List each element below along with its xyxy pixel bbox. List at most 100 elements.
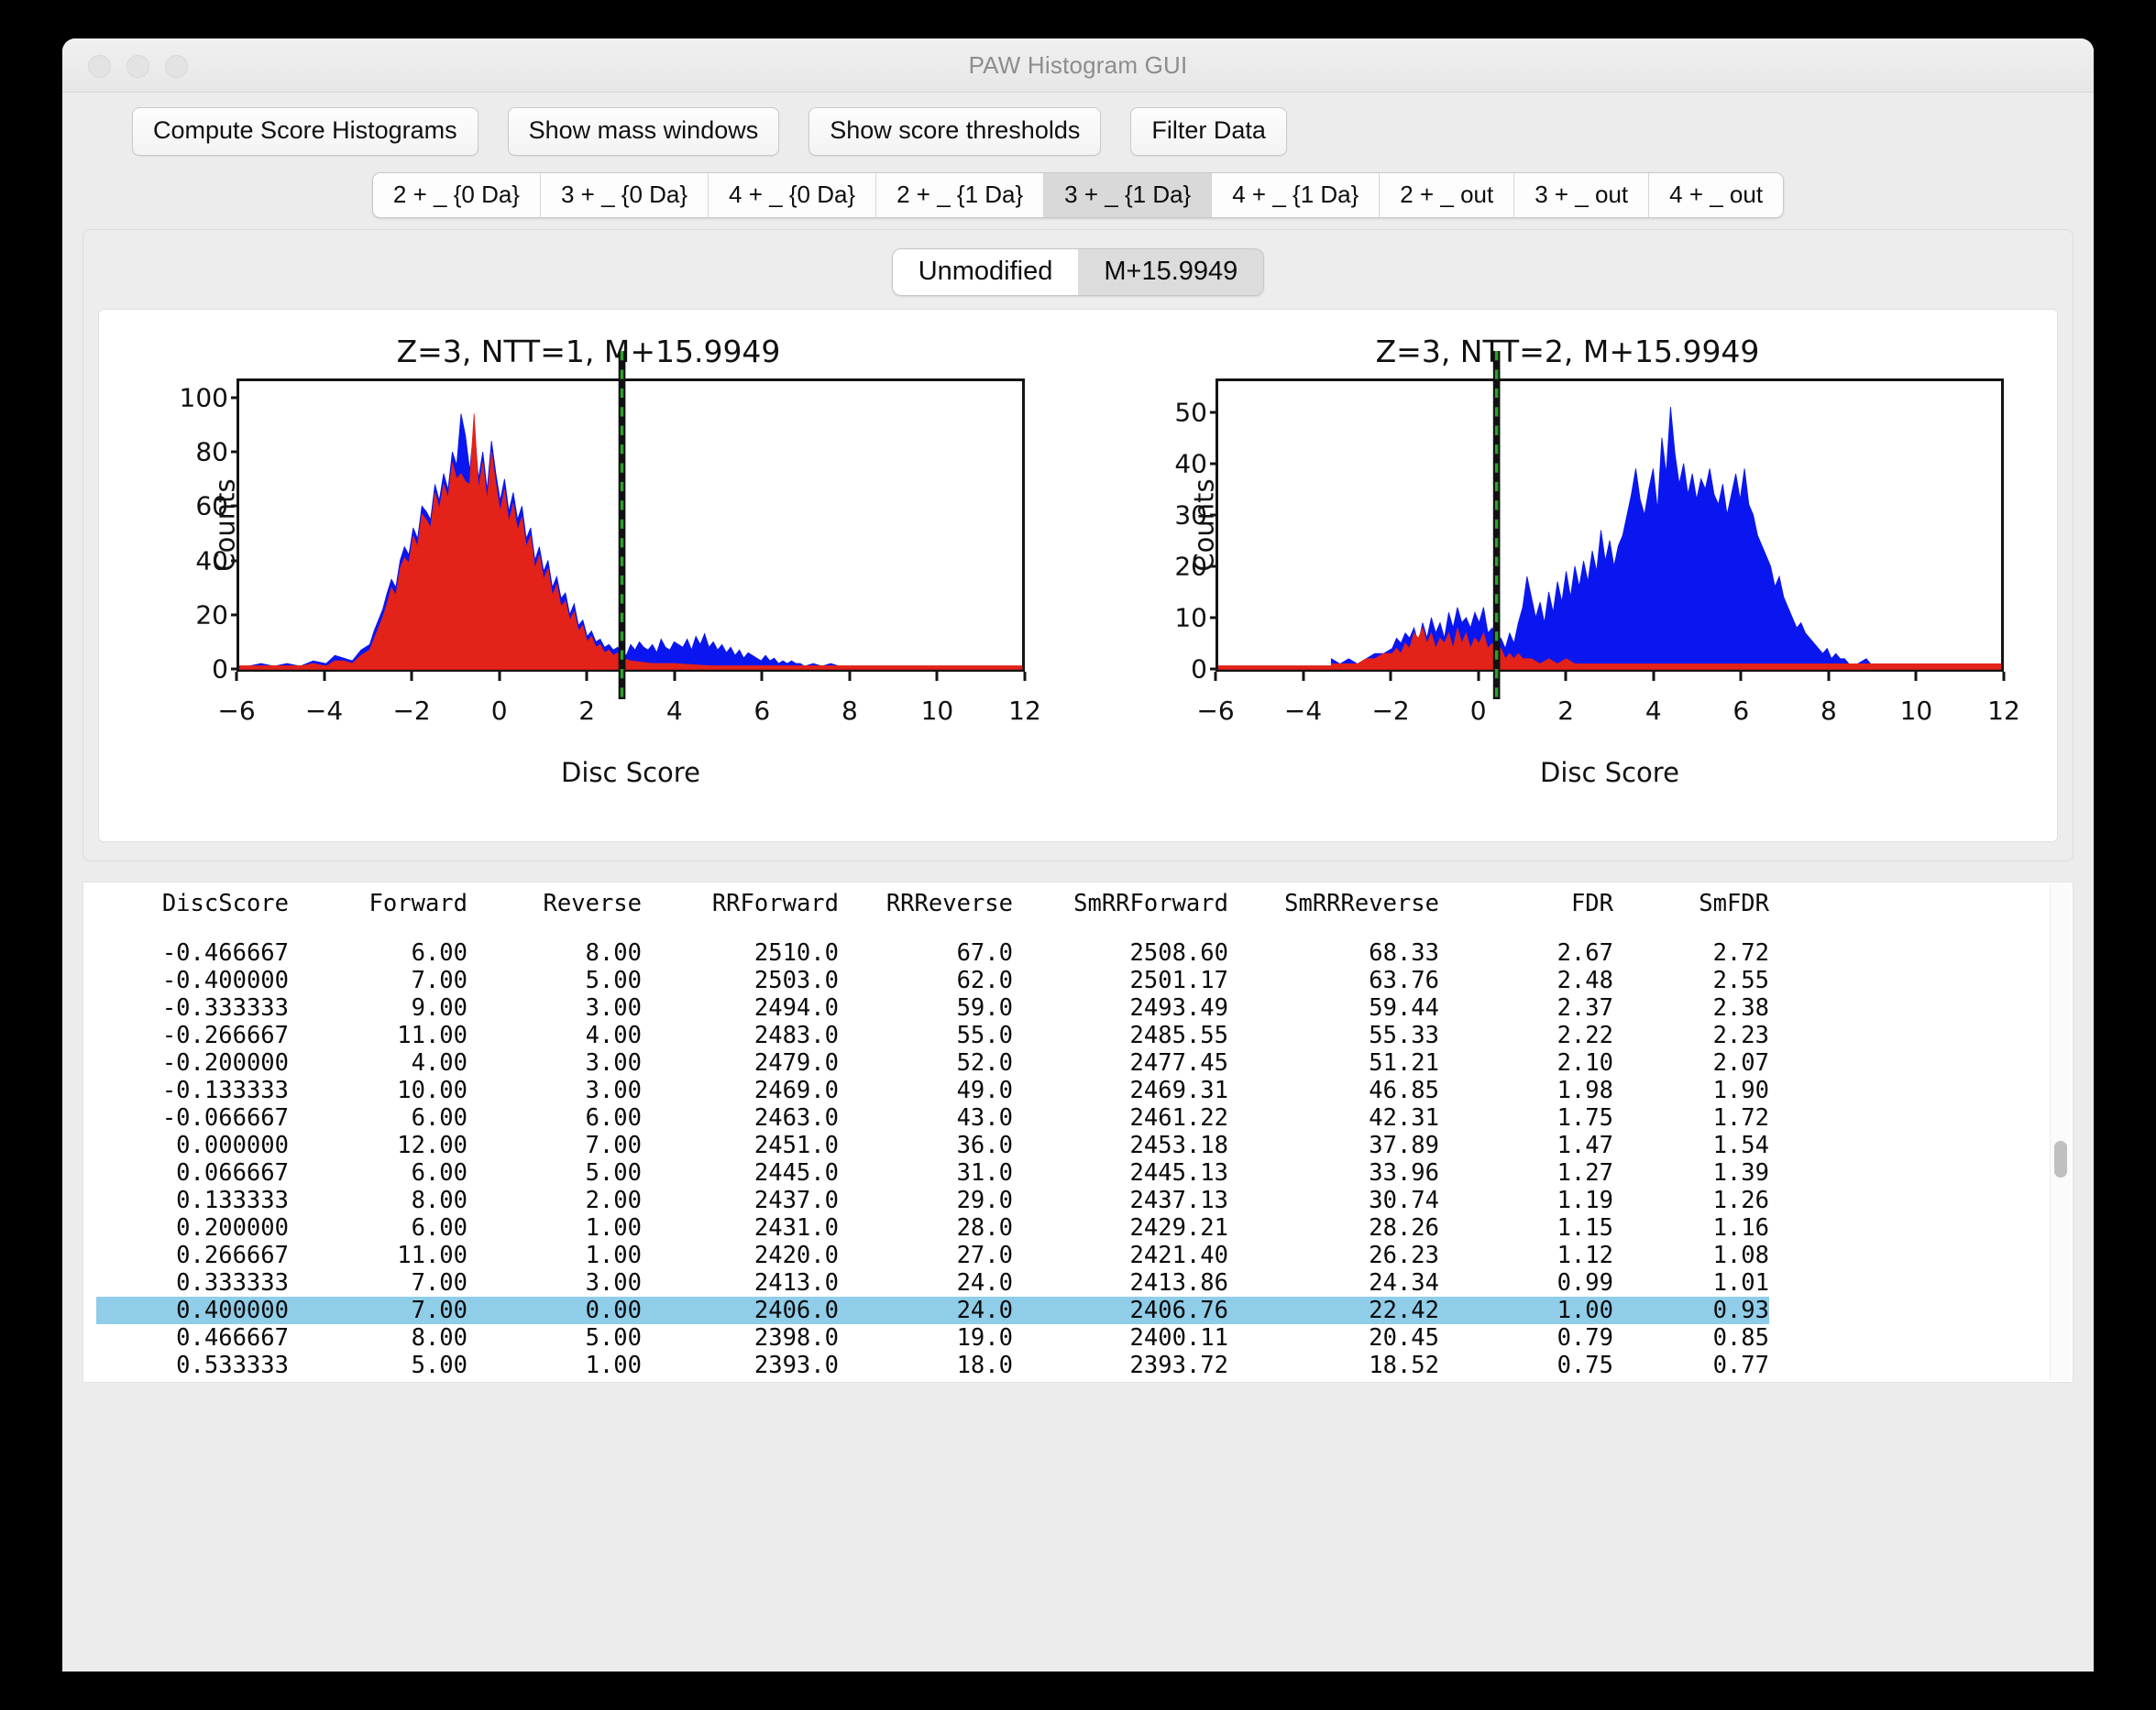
tab-3plus-1da[interactable]: 3 + _ {1 Da} [1044,173,1212,217]
table-cell: 59.44 [1228,994,1439,1022]
table-row[interactable]: -0.26666711.004.002483.055.02485.5555.33… [96,1022,1769,1049]
table-cell: 36.0 [839,1132,1013,1159]
column-header-smrrreverse[interactable]: SmRRReverse [1228,882,1439,939]
compute-score-histograms-button[interactable]: Compute Score Histograms [132,107,478,156]
y-tick-label: 20 [1174,551,1207,581]
charge-tabbar: 2 + _ {0 Da} 3 + _ {0 Da} 4 + _ {0 Da} 2… [372,172,1784,218]
y-tick-label: 10 [1174,602,1207,632]
table-cell: 0.70 [1613,1379,1769,1382]
x-tick-mark [1652,672,1655,681]
table-cell: 68.33 [1228,939,1439,967]
vertical-scrollbar[interactable] [2050,884,2071,1380]
table-row[interactable]: -0.4666676.008.002510.067.02508.6068.332… [96,939,1769,967]
table-cell: 0.066667 [96,1159,289,1187]
table-cell: 2445.13 [1013,1159,1228,1187]
table-cell: 2393.0 [642,1352,839,1379]
column-header-reverse[interactable]: Reverse [468,882,642,939]
x-tick-mark [1740,672,1743,681]
scrollbar-thumb[interactable] [2054,1141,2067,1178]
window-titlebar: PAW Histogram GUI [62,38,2094,93]
y-tick-mark [1210,411,1218,413]
x-axis-label-left: Disc Score [236,757,1025,788]
table-row[interactable]: 0.00000012.007.002451.036.02453.1837.891… [96,1132,1769,1159]
histogram-figure: Z=3, NTT=1, M+15.9949 Counts 02040608010… [98,309,2058,842]
table-row[interactable]: 0.26666711.001.002420.027.02421.4026.231… [96,1242,1769,1269]
table-cell: 4.00 [289,1049,468,1077]
column-header-discscore[interactable]: DiscScore [96,882,289,939]
table-cell: 1.00 [468,1242,642,1269]
column-header-smrrforward[interactable]: SmRRForward [1013,882,1228,939]
table-row[interactable]: 0.3333337.003.002413.024.02413.8624.340.… [96,1269,1769,1297]
table-cell: 2391.0 [642,1379,839,1382]
x-tick-mark [2003,672,2006,681]
y-tick-mark [231,505,239,508]
tab-m-plus-15-9949[interactable]: M+15.9949 [1078,249,1263,295]
table-row[interactable]: -0.3333339.003.002494.059.02493.4959.442… [96,994,1769,1022]
table-cell: 1.75 [1439,1104,1613,1132]
table-cell: 0.266667 [96,1242,289,1269]
filter-data-button[interactable]: Filter Data [1130,107,1287,156]
table-cell: 0.93 [1613,1297,1769,1324]
table-row[interactable]: 0.4000007.000.002406.024.02406.7622.421.… [96,1297,1769,1324]
x-tick-mark [1477,672,1480,681]
table-cell: 16.73 [1228,1379,1439,1382]
table-row[interactable]: -0.2000004.003.002479.052.02477.4551.212… [96,1049,1769,1077]
tab-4plus-1da[interactable]: 4 + _ {1 Da} [1212,173,1380,217]
table-cell: 1.00 [468,1352,642,1379]
y-tick-mark [1210,668,1218,671]
x-tick-mark [761,672,764,681]
y-tick-mark [1210,513,1218,516]
tab-4plus-0da[interactable]: 4 + _ {0 Da} [709,173,876,217]
table-cell: 1.27 [1439,1159,1613,1187]
table-cell: 11.00 [289,1022,468,1049]
tab-2plus-0da[interactable]: 2 + _ {0 Da} [373,173,541,217]
y-tick-label: 40 [1174,448,1207,478]
table-cell: 26.23 [1228,1242,1439,1269]
table-row[interactable]: 0.0666676.005.002445.031.02445.1333.961.… [96,1159,1769,1187]
table-cell: 37.89 [1228,1132,1439,1159]
table-row[interactable]: -0.13333310.003.002469.049.02469.3146.85… [96,1077,1769,1104]
table-cell: 2503.0 [642,967,839,994]
table-cell: 2469.0 [642,1077,839,1104]
table-cell: 0.533333 [96,1352,289,1379]
main-content: Unmodified M+15.9949 Z=3, NTT=1, M+15.99… [82,229,2074,1383]
table-cell: 5.00 [289,1352,468,1379]
column-header-rrreverse[interactable]: RRReverse [839,882,1013,939]
fdr-table-panel: DiscScoreForwardReverseRRForwardRRRevers… [82,882,2074,1383]
table-cell: 0.85 [1613,1324,1769,1352]
mod-tabbar-wrap: Unmodified M+15.9949 [98,245,2058,309]
tab-2plus-1da[interactable]: 2 + _ {1 Da} [876,173,1044,217]
table-row[interactable]: 0.6000002.001.002391.017.02387.2016.730.… [96,1379,1769,1382]
y-tick-label: 80 [195,437,228,467]
table-cell: 2494.0 [642,994,839,1022]
table-row[interactable]: 0.5333335.001.002393.018.02393.7218.520.… [96,1352,1769,1379]
tab-3plus-0da[interactable]: 3 + _ {0 Da} [541,173,709,217]
table-row[interactable]: -0.4000007.005.002503.062.02501.1763.762… [96,967,1769,994]
tab-unmodified[interactable]: Unmodified [893,249,1079,295]
tab-3plus-out[interactable]: 3 + _ out [1514,173,1649,217]
show-mass-windows-button[interactable]: Show mass windows [508,107,780,156]
table-row[interactable]: 0.4666678.005.002398.019.02400.1120.450.… [96,1324,1769,1352]
table-cell: 1.47 [1439,1132,1613,1159]
y-tick-mark [1210,565,1218,567]
column-header-smfdr[interactable]: SmFDR [1613,882,1769,939]
x-axis-right: −6−4−2024681012 [1216,672,2004,736]
table-row[interactable]: -0.0666676.006.002463.043.02461.2242.311… [96,1104,1769,1132]
table-cell: -0.133333 [96,1077,289,1104]
column-header-rrforward[interactable]: RRForward [642,882,839,939]
x-tick-label: 10 [921,696,954,726]
show-score-thresholds-button[interactable]: Show score thresholds [808,107,1101,156]
tab-2plus-out[interactable]: 2 + _ out [1380,173,1514,217]
table-row[interactable]: 0.1333338.002.002437.029.02437.1330.741.… [96,1187,1769,1214]
column-header-fdr[interactable]: FDR [1439,882,1613,939]
table-cell: 6.00 [289,1214,468,1242]
tab-4plus-out[interactable]: 4 + _ out [1649,173,1783,217]
column-header-forward[interactable]: Forward [289,882,468,939]
table-cell: 7.00 [289,1297,468,1324]
x-axis-left: −6−4−2024681012 [236,672,1025,736]
table-cell: 24.0 [839,1269,1013,1297]
table-row[interactable]: 0.2000006.001.002431.028.02429.2128.261.… [96,1214,1769,1242]
y-tick-label: 100 [180,382,228,412]
fdr-table-scroll[interactable]: DiscScoreForwardReverseRRForwardRRRevers… [83,882,2049,1382]
table-cell: 51.21 [1228,1049,1439,1077]
